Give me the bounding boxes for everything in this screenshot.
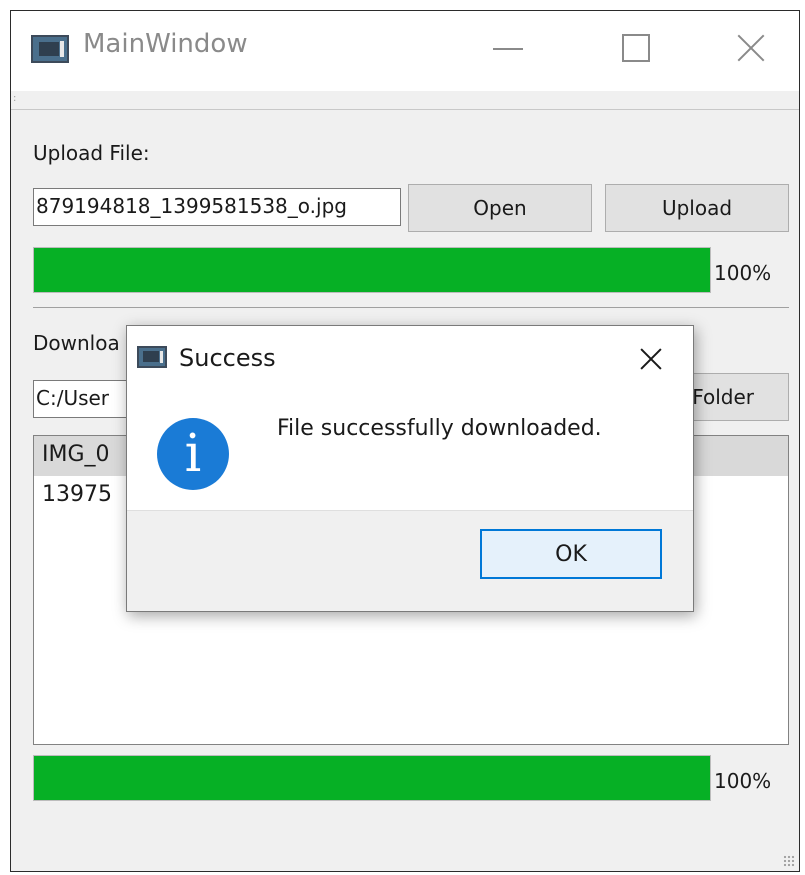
upload-file-path-input[interactable]: 879194818_1399581538_o.jpg bbox=[33, 188, 401, 226]
app-window-icon bbox=[31, 35, 69, 63]
upload-progress-fill bbox=[34, 248, 710, 292]
upload-button[interactable]: Upload bbox=[605, 184, 789, 232]
dialog-titlebar[interactable]: Success bbox=[127, 326, 693, 386]
upload-progress-text: 100% bbox=[714, 261, 772, 285]
upload-file-label: Upload File: bbox=[33, 141, 150, 165]
info-icon: i bbox=[157, 418, 229, 490]
maximize-icon bbox=[622, 34, 650, 62]
upload-progress-bar bbox=[33, 247, 711, 293]
minimize-button[interactable] bbox=[467, 11, 543, 87]
dialog-title: Success bbox=[179, 344, 276, 372]
download-progress-bar bbox=[33, 755, 711, 801]
download-progress-text: 100% bbox=[714, 769, 772, 793]
size-grip[interactable] bbox=[783, 855, 795, 867]
download-progress-fill bbox=[34, 756, 710, 800]
open-button[interactable]: Open bbox=[408, 184, 592, 232]
window-title: MainWindow bbox=[83, 29, 248, 59]
ok-button[interactable]: OK bbox=[480, 529, 662, 579]
window-titlebar[interactable]: MainWindow bbox=[11, 11, 799, 91]
section-separator bbox=[33, 307, 789, 308]
dialog-body: i File successfully downloaded. bbox=[127, 386, 693, 510]
toolbar-grip[interactable]: : bbox=[13, 94, 16, 104]
success-dialog: Success i File successfully downloaded. … bbox=[126, 325, 694, 612]
close-button[interactable] bbox=[711, 11, 787, 87]
download-label: Downloa bbox=[33, 331, 120, 355]
dialog-message: File successfully downloaded. bbox=[277, 416, 602, 441]
maximize-button[interactable] bbox=[599, 11, 675, 87]
minimize-icon bbox=[493, 48, 523, 50]
dialog-window-icon bbox=[137, 346, 167, 368]
dialog-close-button[interactable] bbox=[627, 334, 677, 384]
menu-separator bbox=[11, 109, 799, 110]
